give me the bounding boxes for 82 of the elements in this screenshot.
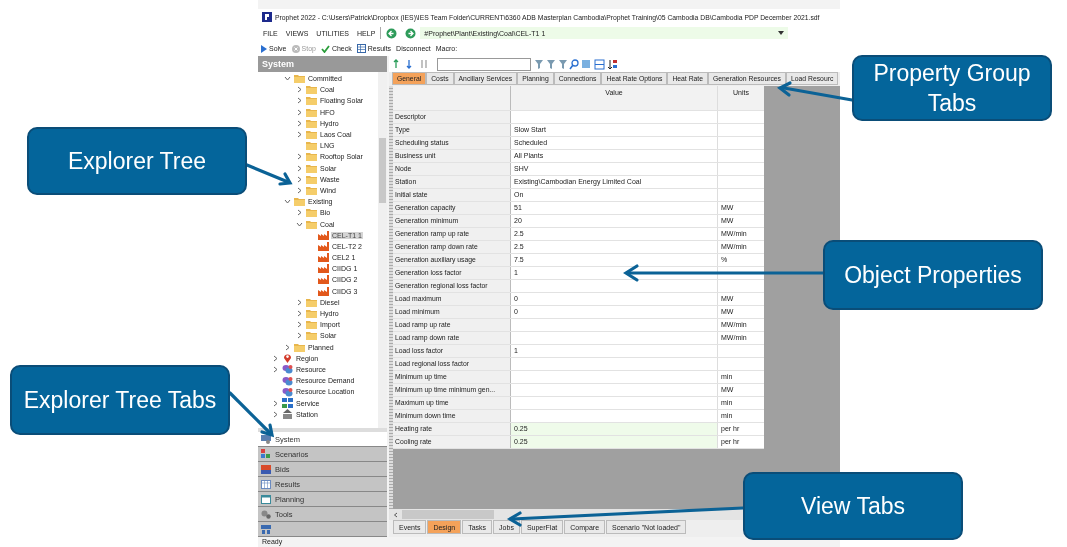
system-icon xyxy=(261,434,271,444)
chevron-icon[interactable] xyxy=(296,321,303,329)
panel-header: System xyxy=(258,56,387,72)
forward-icon[interactable] xyxy=(405,27,417,39)
chevron-icon[interactable] xyxy=(296,153,303,161)
service-icon xyxy=(282,398,293,409)
factory-icon xyxy=(318,286,329,296)
scroll-left-icon[interactable] xyxy=(393,511,399,518)
factory-icon xyxy=(318,264,329,274)
chevron-icon[interactable] xyxy=(284,75,291,83)
chevron-icon[interactable] xyxy=(272,365,279,373)
calendar-icon xyxy=(261,494,271,504)
callout-box: Object Properties xyxy=(823,240,1043,310)
chevron-icon[interactable] xyxy=(296,86,303,94)
stop-icon xyxy=(291,44,300,53)
folder-icon xyxy=(306,174,317,184)
gears-icon xyxy=(261,509,271,519)
arrow xyxy=(245,163,293,186)
chevron-icon[interactable] xyxy=(272,410,279,418)
chevron-icon[interactable] xyxy=(296,186,303,194)
bids-icon xyxy=(261,464,271,474)
folder-icon xyxy=(306,96,317,106)
scrollbar-thumb[interactable] xyxy=(402,510,494,519)
resource-icon xyxy=(282,386,293,397)
folder-icon xyxy=(306,219,317,229)
app-logo-icon xyxy=(262,12,272,22)
folder-icon xyxy=(306,107,317,117)
callout-box: Explorer Tree xyxy=(27,127,247,195)
folder-icon xyxy=(306,185,317,195)
chevron-icon[interactable] xyxy=(284,343,291,351)
table-icon xyxy=(261,479,271,489)
chevron-icon[interactable] xyxy=(296,164,303,172)
station-icon xyxy=(282,409,293,420)
chevron-icon[interactable] xyxy=(296,131,303,139)
folder-icon xyxy=(306,208,317,218)
folder-icon xyxy=(306,85,317,95)
chevron-icon[interactable] xyxy=(272,399,279,407)
folder-icon xyxy=(306,331,317,341)
chevron-icon[interactable] xyxy=(296,108,303,116)
chevron-icon[interactable] xyxy=(284,198,291,206)
check-icon xyxy=(320,44,330,53)
factory-icon xyxy=(318,230,329,240)
chevron-icon[interactable] xyxy=(296,175,303,183)
explorer-tab[interactable] xyxy=(258,522,387,537)
filter-tools-icon[interactable] xyxy=(535,58,617,70)
chevron-icon[interactable] xyxy=(296,332,303,340)
callout-box: Property Group Tabs xyxy=(852,55,1052,121)
folder-icon xyxy=(306,320,317,330)
folder-icon xyxy=(306,309,317,319)
dropdown-caret-icon xyxy=(778,31,785,35)
chevron-icon[interactable] xyxy=(296,220,303,228)
scrollbar-thumb[interactable] xyxy=(379,138,386,203)
callout-box: Explorer Tree Tabs xyxy=(10,365,230,435)
folder-icon xyxy=(294,342,305,352)
factory-icon xyxy=(318,275,329,285)
arrow xyxy=(228,391,275,438)
search-field[interactable] xyxy=(437,57,531,71)
folder-icon xyxy=(306,163,317,173)
folder-icon xyxy=(306,152,317,162)
factory-icon xyxy=(318,241,329,251)
network-icon xyxy=(261,524,271,534)
chevron-icon[interactable] xyxy=(296,310,303,318)
folder-icon xyxy=(306,118,317,128)
chevron-icon[interactable] xyxy=(272,354,279,362)
map-pin-icon xyxy=(282,353,293,364)
factory-icon xyxy=(318,253,329,263)
folder-icon xyxy=(306,297,317,307)
folder-icon xyxy=(306,141,317,151)
chevron-icon[interactable] xyxy=(296,209,303,217)
play-icon xyxy=(261,44,267,53)
back-icon[interactable] xyxy=(386,27,398,39)
callout-box: View Tabs xyxy=(743,472,963,540)
grid-icon xyxy=(356,44,366,53)
chevron-icon[interactable] xyxy=(296,97,303,105)
folder-icon xyxy=(294,197,305,207)
folder-icon xyxy=(294,74,305,84)
resource-icon xyxy=(282,375,293,386)
chevron-icon[interactable] xyxy=(296,119,303,127)
resource-icon xyxy=(282,364,293,375)
folder-icon xyxy=(306,130,317,140)
scenarios-icon xyxy=(261,449,271,459)
chevron-icon[interactable] xyxy=(296,298,303,306)
